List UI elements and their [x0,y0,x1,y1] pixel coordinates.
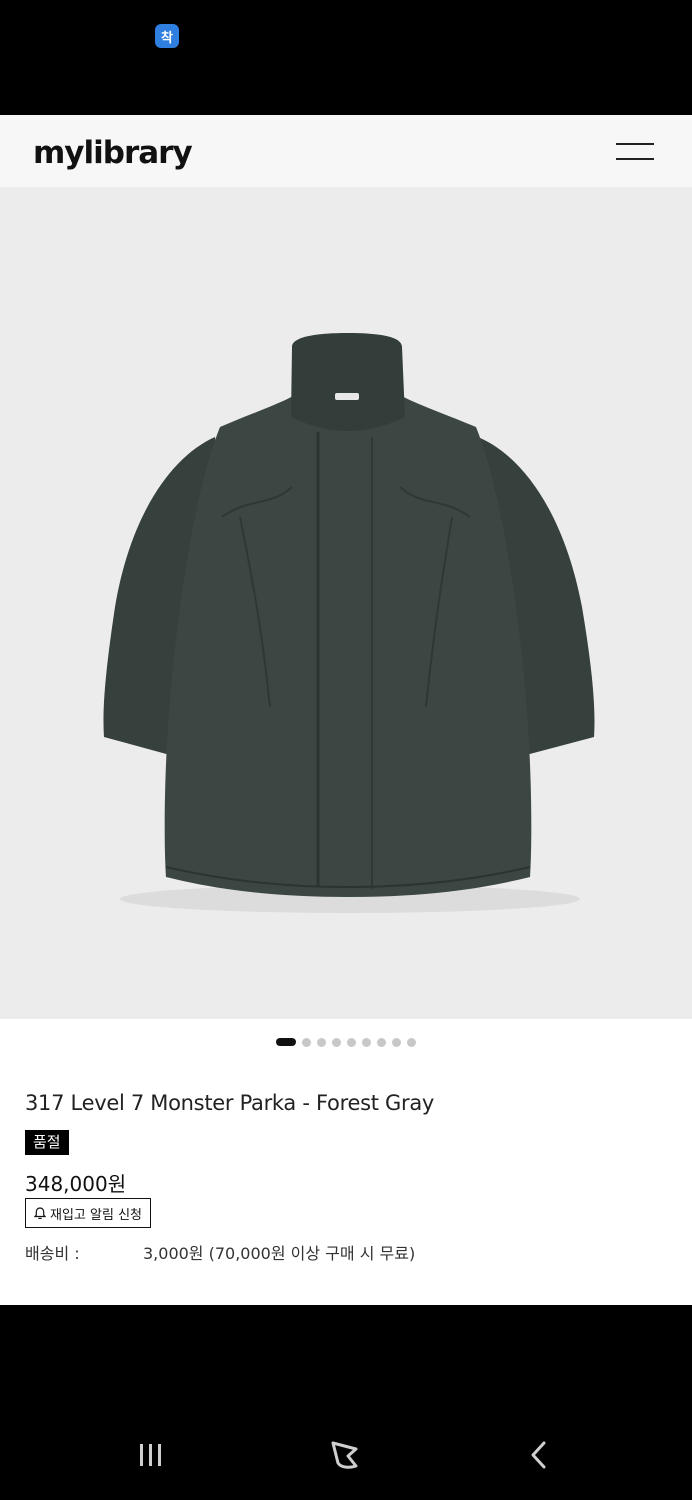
home-icon[interactable] [326,1435,366,1475]
carousel-dot[interactable] [332,1037,341,1047]
carousel-dot[interactable] [317,1037,326,1047]
carousel-dot[interactable] [362,1037,371,1047]
system-navigation-bar [0,1305,692,1500]
carousel-dot[interactable] [392,1037,401,1047]
menu-line [616,158,654,160]
parka-illustration [103,333,595,913]
restock-button-label: 재입고 알림 신청 [50,1207,142,1223]
shipping-value: 3,000원 (70,000원 이상 구매 시 무료) [143,1244,416,1263]
menu-line [616,143,654,145]
carousel-dot[interactable] [276,1038,296,1046]
status-bar: 착 [0,0,692,115]
product-title: 317 Level 7 Monster Parka - Forest Gray [25,1091,435,1115]
carousel-dot[interactable] [302,1037,311,1047]
restock-alert-button[interactable]: 재입고 알림 신청 [25,1198,151,1228]
bell-icon [34,1206,46,1219]
carousel-dot[interactable] [377,1037,386,1047]
app-notification-icon: 착 [155,24,179,48]
carousel-dot[interactable] [347,1037,356,1047]
carousel-indicator[interactable] [0,1037,692,1047]
hamburger-icon[interactable] [612,139,658,165]
recent-apps-icon[interactable] [132,1435,172,1475]
product-price: 348,000원 [25,1172,127,1196]
back-icon[interactable] [520,1435,560,1475]
site-logo[interactable]: mylibrary [33,135,193,171]
carousel-dot[interactable] [407,1037,416,1047]
shipping-label: 배송비 : [25,1244,80,1263]
product-details: 317 Level 7 Monster Parka - Forest Gray … [0,1019,692,1305]
site-header: mylibrary [0,115,692,187]
soldout-badge: 품절 [25,1130,69,1155]
product-image[interactable] [0,187,692,1019]
